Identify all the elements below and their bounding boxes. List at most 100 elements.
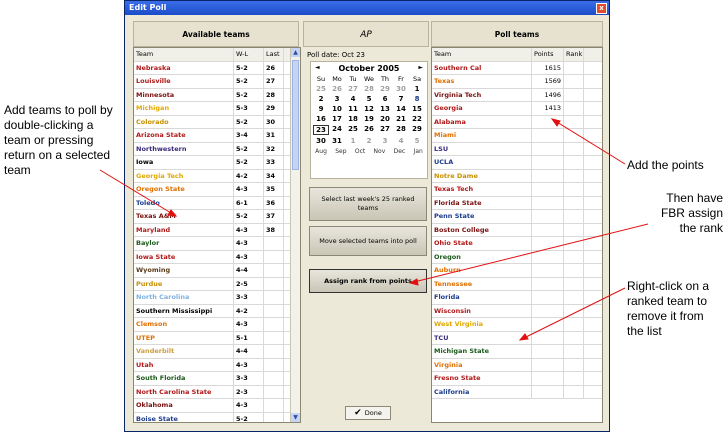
points-cell[interactable]	[532, 264, 564, 277]
table-row[interactable]: Vanderbilt 4-4	[134, 345, 300, 359]
calendar-day[interactable]: 2	[313, 95, 329, 103]
calendar-day[interactable]: 5	[409, 137, 425, 145]
done-button[interactable]: ✔ Done	[345, 406, 391, 420]
points-cell[interactable]	[532, 129, 564, 142]
calendar-day[interactable]: 11	[345, 105, 361, 113]
table-row[interactable]: Toledo 6-1 36	[134, 196, 300, 210]
calendar-day[interactable]: 24	[329, 125, 345, 135]
column-header[interactable]: W-L	[234, 48, 264, 61]
table-row[interactable]: Auburn	[432, 264, 602, 278]
points-cell[interactable]	[532, 250, 564, 263]
table-row[interactable]: Northwestern 5-2 32	[134, 142, 300, 156]
month-shortcut[interactable]: Sep	[335, 148, 346, 155]
date-calendar[interactable]: ◄ October 2005 ► Su Mo Tu We Th Fr Sa 25 26 27 28 2…	[310, 61, 428, 179]
calendar-day[interactable]: 1	[409, 85, 425, 93]
calendar-day[interactable]: 25	[313, 85, 329, 93]
select-last-week-button[interactable]: Select last week's 25 ranked teams	[309, 187, 427, 221]
month-shortcut[interactable]: Aug	[315, 148, 327, 155]
calendar-day[interactable]: 4	[393, 137, 409, 145]
table-row[interactable]: California	[432, 385, 602, 399]
table-row[interactable]: Oregon	[432, 250, 602, 264]
calendar-day[interactable]: 26	[329, 85, 345, 93]
table-row[interactable]: Utah 4-3	[134, 358, 300, 372]
table-row[interactable]: Michigan 5-3 29	[134, 102, 300, 116]
calendar-day[interactable]: 18	[345, 115, 361, 123]
poll-teams-grid[interactable]: Team Points Rank Southern Cal 1615 Texas 1569 V…	[431, 47, 603, 423]
calendar-day[interactable]: 19	[361, 115, 377, 123]
calendar-day[interactable]: 5	[361, 95, 377, 103]
calendar-day[interactable]: 3	[377, 137, 393, 145]
month-shortcut[interactable]: Nov	[374, 148, 386, 155]
table-row[interactable]: Southern Mississippi 4-2	[134, 304, 300, 318]
points-cell[interactable]: 1615	[532, 61, 564, 74]
next-month-icon[interactable]: ►	[418, 64, 423, 73]
calendar-day[interactable]: 15	[409, 105, 425, 113]
table-row[interactable]: TCU	[432, 331, 602, 345]
table-row[interactable]: North Carolina State 2-3	[134, 385, 300, 399]
table-row[interactable]: Georgia Tech 4-2 34	[134, 169, 300, 183]
calendar-day[interactable]: 26	[361, 125, 377, 135]
table-row[interactable]: Baylor 4-3	[134, 237, 300, 251]
calendar-day[interactable]: 14	[393, 105, 409, 113]
table-row[interactable]: Penn State	[432, 210, 602, 224]
points-cell[interactable]	[532, 304, 564, 317]
table-row[interactable]: Iowa State 4-3	[134, 250, 300, 264]
calendar-day[interactable]: 6	[377, 95, 393, 103]
calendar-day[interactable]: 20	[377, 115, 393, 123]
calendar-day[interactable]: 23	[313, 125, 329, 135]
points-cell[interactable]	[532, 358, 564, 371]
table-row[interactable]: Wyoming 4-4	[134, 264, 300, 278]
column-header[interactable]: Last	[264, 48, 284, 61]
table-row[interactable]: West Virginia	[432, 318, 602, 332]
column-header[interactable]: Points	[532, 48, 564, 61]
calendar-day[interactable]: 29	[409, 125, 425, 135]
points-cell[interactable]	[532, 318, 564, 331]
calendar-day[interactable]: 31	[329, 137, 345, 145]
table-row[interactable]: Oklahoma 4-3	[134, 399, 300, 413]
table-row[interactable]: Oregon State 4-3 35	[134, 183, 300, 197]
table-row[interactable]: Louisville 5-2 27	[134, 75, 300, 89]
points-cell[interactable]	[532, 372, 564, 385]
points-cell[interactable]	[532, 196, 564, 209]
calendar-day[interactable]: 22	[409, 115, 425, 123]
points-cell[interactable]	[532, 385, 564, 398]
table-row[interactable]: Iowa 5-2 33	[134, 156, 300, 170]
available-teams-scrollbar[interactable]: ▲ ▼	[290, 48, 300, 422]
month-shortcut[interactable]: Oct	[355, 148, 365, 155]
table-row[interactable]: Notre Dame	[432, 169, 602, 183]
calendar-day[interactable]: 10	[329, 105, 345, 113]
calendar-day[interactable]: 2	[361, 137, 377, 145]
table-row[interactable]: Nebraska 5-2 26	[134, 61, 300, 75]
column-header[interactable]: Team	[134, 48, 234, 61]
table-row[interactable]: Tennessee	[432, 277, 602, 291]
calendar-day[interactable]: 27	[345, 85, 361, 93]
prev-month-icon[interactable]: ◄	[315, 64, 320, 73]
table-row[interactable]: North Carolina 3-3	[134, 291, 300, 305]
points-cell[interactable]	[532, 210, 564, 223]
points-cell[interactable]	[532, 223, 564, 236]
calendar-day[interactable]: 7	[393, 95, 409, 103]
table-row[interactable]: Texas 1569	[432, 75, 602, 89]
points-cell[interactable]: 1569	[532, 75, 564, 88]
table-row[interactable]: UTEP 5-1	[134, 331, 300, 345]
table-row[interactable]: Florida State	[432, 196, 602, 210]
points-cell[interactable]	[532, 156, 564, 169]
calendar-day[interactable]: 25	[345, 125, 361, 135]
table-row[interactable]: Boise State 5-2	[134, 412, 300, 422]
calendar-day[interactable]: 29	[377, 85, 393, 93]
table-row[interactable]: Virginia	[432, 358, 602, 372]
column-header[interactable]: Team	[432, 48, 532, 61]
calendar-day[interactable]: 28	[361, 85, 377, 93]
calendar-day[interactable]: 28	[393, 125, 409, 135]
available-teams-grid[interactable]: Team W-L Last Nebraska 5-2 26 Louisville 5-2 27 M…	[133, 47, 301, 423]
calendar-day[interactable]: 27	[377, 125, 393, 135]
month-shortcut[interactable]: Dec	[394, 148, 406, 155]
points-cell[interactable]: 1496	[532, 88, 564, 101]
table-row[interactable]: Boston College	[432, 223, 602, 237]
table-row[interactable]: Virginia Tech 1496	[432, 88, 602, 102]
table-row[interactable]: Texas Tech	[432, 183, 602, 197]
points-cell[interactable]	[532, 142, 564, 155]
calendar-day[interactable]: 1	[345, 137, 361, 145]
table-row[interactable]: Minnesota 5-2 28	[134, 88, 300, 102]
table-row[interactable]: South Florida 3-3	[134, 372, 300, 386]
